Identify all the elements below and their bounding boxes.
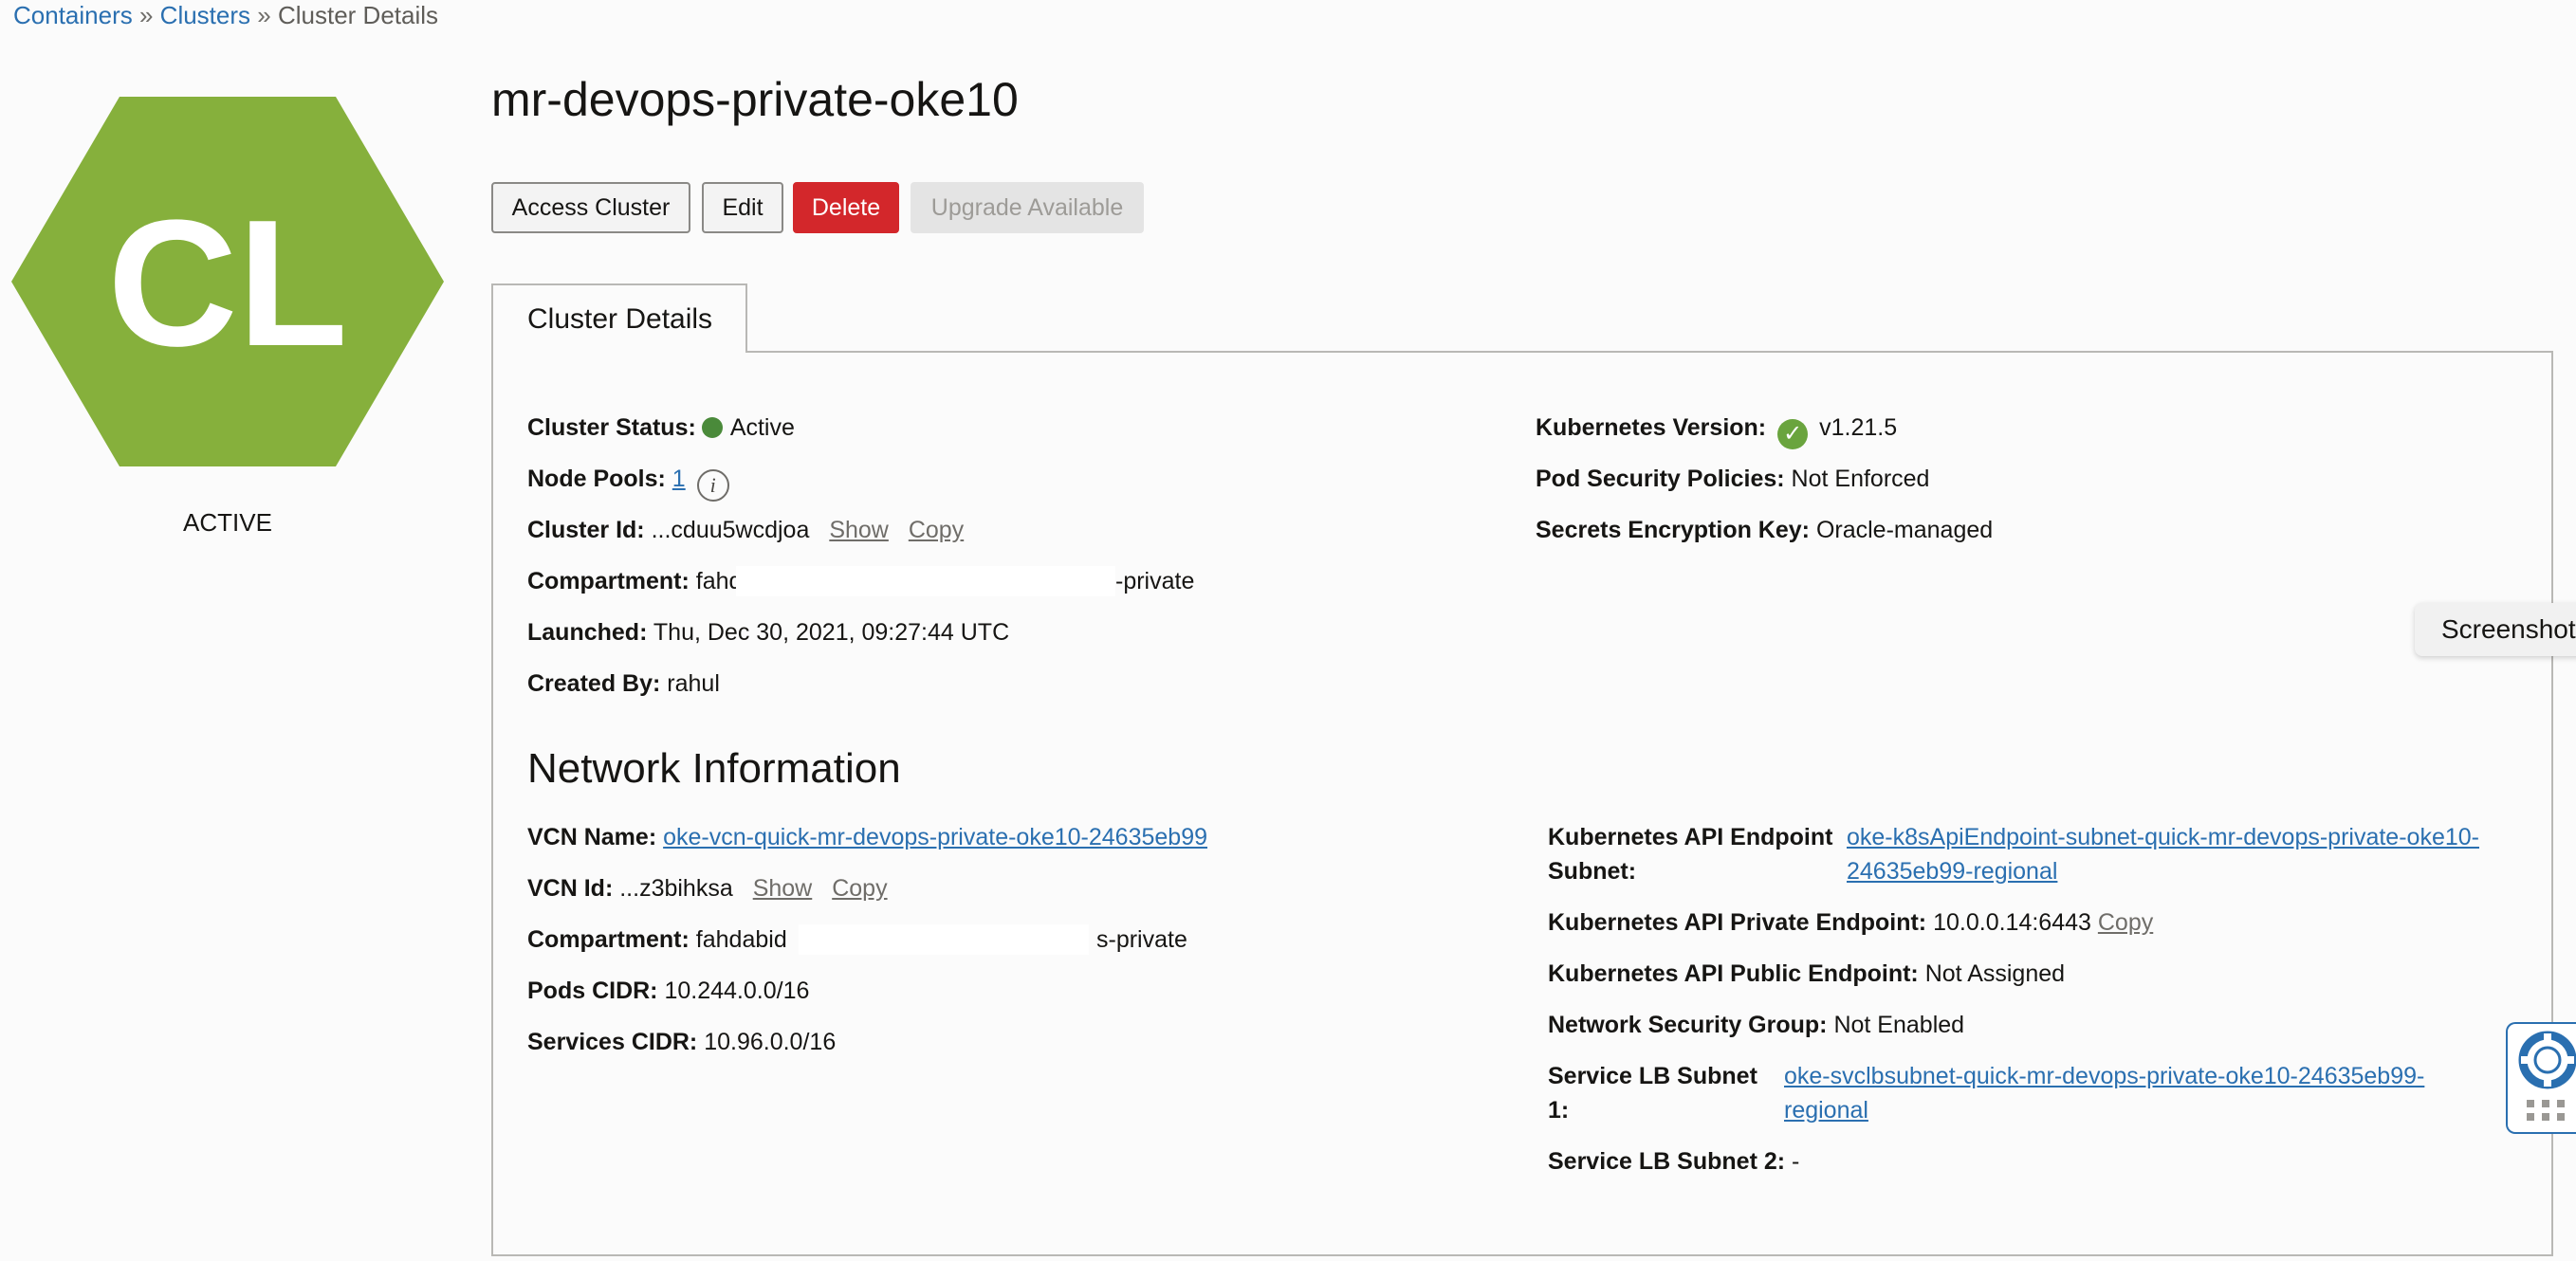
vcn-id-copy-link[interactable]: Copy — [832, 875, 887, 902]
services-cidr-value: 10.96.0.0/16 — [704, 1029, 837, 1055]
public-endpoint-row: Kubernetes API Public Endpoint: Not Assi… — [1548, 959, 2065, 989]
services-cidr-row: Services CIDR: 10.96.0.0/16 — [527, 1027, 836, 1057]
vcn-id-value: ...z3bihksa — [619, 875, 733, 902]
api-endpoint-subnet-label-line1: Kubernetes API Endpoint — [1548, 824, 1833, 850]
cluster-id-row: Cluster Id: ...cduu5wcdjoa Show Copy — [527, 515, 964, 545]
created-by-label: Created By: — [527, 670, 661, 697]
launched-label: Launched: — [527, 619, 648, 646]
vcn-id-show-link[interactable]: Show — [753, 875, 813, 902]
pod-security-policies-value: Not Enforced — [1791, 466, 1930, 492]
launched-row: Launched: Thu, Dec 30, 2021, 09:27:44 UT… — [527, 617, 1009, 648]
service-lb-subnet-2-value: - — [1792, 1148, 1800, 1175]
breadcrumb: Containers » Clusters » Cluster Details — [13, 0, 438, 30]
lifebuoy-icon — [2518, 1031, 2576, 1121]
network-compartment-row: Compartment: fahdabid — [527, 924, 787, 955]
pods-cidr-label: Pods CIDR: — [527, 978, 658, 1004]
network-security-group-value: Not Enabled — [1833, 1012, 1965, 1038]
breadcrumb-clusters-link[interactable]: Clusters — [160, 1, 250, 29]
private-endpoint-row: Kubernetes API Private Endpoint: 10.0.0.… — [1548, 907, 2153, 938]
compartment-row: Compartment: fahda — [527, 566, 755, 596]
created-by-row: Created By: rahul — [527, 668, 720, 699]
network-information-heading: Network Information — [527, 745, 901, 792]
cluster-status-row: Cluster Status: Active — [527, 412, 795, 443]
api-endpoint-subnet-link-line1[interactable]: oke-k8sApiEndpoint-subnet-quick-mr-devop… — [1847, 820, 2479, 854]
kubernetes-version-label: Kubernetes Version: — [1536, 414, 1767, 441]
tab-cluster-details[interactable]: Cluster Details — [491, 283, 747, 353]
page-title: mr-devops-private-oke10 — [491, 73, 1019, 126]
services-cidr-label: Services CIDR: — [527, 1029, 698, 1055]
cluster-id-show-link[interactable]: Show — [829, 517, 889, 543]
redacted-block — [799, 924, 1089, 955]
cluster-hexagon-icon: CL — [11, 97, 444, 466]
screenshot-overlay-button[interactable]: Screenshot — [2415, 603, 2576, 656]
pod-security-policies-row: Pod Security Policies: Not Enforced — [1536, 464, 1929, 494]
secrets-encryption-row: Secrets Encryption Key: Oracle-managed — [1536, 515, 1993, 545]
vcn-name-row: VCN Name: oke-vcn-quick-mr-devops-privat… — [527, 822, 1207, 852]
cluster-id-value: ...cduu5wcdjoa — [651, 517, 810, 543]
api-endpoint-subnet-label-line2: Subnet: — [1548, 858, 1637, 885]
api-endpoint-subnet-label: Kubernetes API Endpoint Subnet: — [1548, 820, 1832, 888]
launched-value: Thu, Dec 30, 2021, 09:27:44 UTC — [653, 619, 1010, 646]
check-circle-icon: ✓ — [1777, 419, 1809, 449]
api-endpoint-subnet-link[interactable]: oke-k8sApiEndpoint-subnet-quick-mr-devop… — [1847, 820, 2479, 888]
upgrade-available-button[interactable]: Upgrade Available — [911, 182, 1144, 233]
network-security-group-row: Network Security Group: Not Enabled — [1548, 1010, 1964, 1040]
cluster-id-label: Cluster Id: — [527, 517, 645, 543]
public-endpoint-label: Kubernetes API Public Endpoint: — [1548, 960, 1919, 987]
api-endpoint-subnet-link-line2[interactable]: 24635eb99-regional — [1847, 854, 2479, 888]
cluster-id-copy-link[interactable]: Copy — [909, 517, 964, 543]
breadcrumb-current: Cluster Details — [277, 1, 439, 29]
node-pools-link[interactable]: 1 — [672, 466, 686, 492]
kubernetes-version-row: Kubernetes Version: ✓ v1.21.5 — [1536, 412, 1897, 449]
pods-cidr-row: Pods CIDR: 10.244.0.0/16 — [527, 976, 809, 1006]
service-lb-subnet-2-row: Service LB Subnet 2: - — [1548, 1146, 1799, 1177]
edit-button[interactable]: Edit — [702, 182, 783, 233]
service-lb-subnet-1-link-line2[interactable]: regional — [1784, 1093, 2424, 1127]
cluster-status-value: Active — [729, 414, 795, 441]
cluster-state-label: ACTIVE — [183, 508, 272, 537]
cluster-initials: CL — [107, 183, 347, 384]
node-pools-label: Node Pools: — [527, 466, 666, 492]
service-lb-subnet-1-label: Service LB Subnet 1: — [1548, 1059, 1757, 1127]
service-lb-subnet-1-link-line1[interactable]: oke-svclbsubnet-quick-mr-devops-private-… — [1784, 1059, 2424, 1093]
secrets-encryption-value: Oracle-managed — [1815, 517, 1994, 543]
service-lb-subnet-1-link[interactable]: oke-svclbsubnet-quick-mr-devops-private-… — [1784, 1059, 2424, 1127]
public-endpoint-value: Not Assigned — [1924, 960, 2066, 987]
status-dot-icon — [701, 417, 723, 438]
access-cluster-button[interactable]: Access Cluster — [491, 182, 690, 233]
compartment-value-suffix: -private — [1115, 568, 1195, 594]
breadcrumb-separator: » — [138, 1, 154, 29]
breadcrumb-separator: » — [257, 1, 271, 29]
private-endpoint-value: 10.0.0.14:6443 — [1933, 909, 2091, 936]
compartment-label: Compartment: — [527, 568, 690, 594]
redacted-block — [736, 566, 1115, 596]
cluster-status-label: Cluster Status: — [527, 414, 696, 441]
node-pools-row: Node Pools: 1i — [527, 464, 729, 502]
created-by-value: rahul — [667, 670, 720, 697]
vcn-name-label: VCN Name: — [527, 824, 657, 850]
private-endpoint-copy-link[interactable]: Copy — [2098, 909, 2153, 936]
vcn-id-label: VCN Id: — [527, 875, 614, 902]
vcn-id-row: VCN Id: ...z3bihksa Show Copy — [527, 873, 888, 904]
network-compartment-label: Compartment: — [527, 926, 690, 953]
network-compartment-suffix: s-private — [1096, 926, 1187, 953]
breadcrumb-containers-link[interactable]: Containers — [13, 1, 133, 29]
network-security-group-label: Network Security Group: — [1548, 1012, 1828, 1038]
private-endpoint-label: Kubernetes API Private Endpoint: — [1548, 909, 1927, 936]
vcn-name-link[interactable]: oke-vcn-quick-mr-devops-private-oke10-24… — [663, 824, 1207, 850]
network-compartment-prefix: fahdabid — [695, 926, 787, 953]
service-lb-subnet-1-label-line2: 1: — [1548, 1097, 1570, 1124]
pods-cidr-value: 10.244.0.0/16 — [664, 978, 810, 1004]
drag-handle-icon — [2527, 1100, 2565, 1121]
secrets-encryption-label: Secrets Encryption Key: — [1536, 517, 1810, 543]
kubernetes-version-value: v1.21.5 — [1819, 414, 1898, 441]
help-widget[interactable] — [2506, 1022, 2576, 1134]
info-icon[interactable]: i — [696, 469, 729, 502]
pod-security-policies-label: Pod Security Policies: — [1536, 466, 1785, 492]
service-lb-subnet-2-label: Service LB Subnet 2: — [1548, 1148, 1786, 1175]
delete-button[interactable]: Delete — [793, 182, 899, 233]
service-lb-subnet-1-label-line1: Service LB Subnet — [1548, 1063, 1757, 1089]
